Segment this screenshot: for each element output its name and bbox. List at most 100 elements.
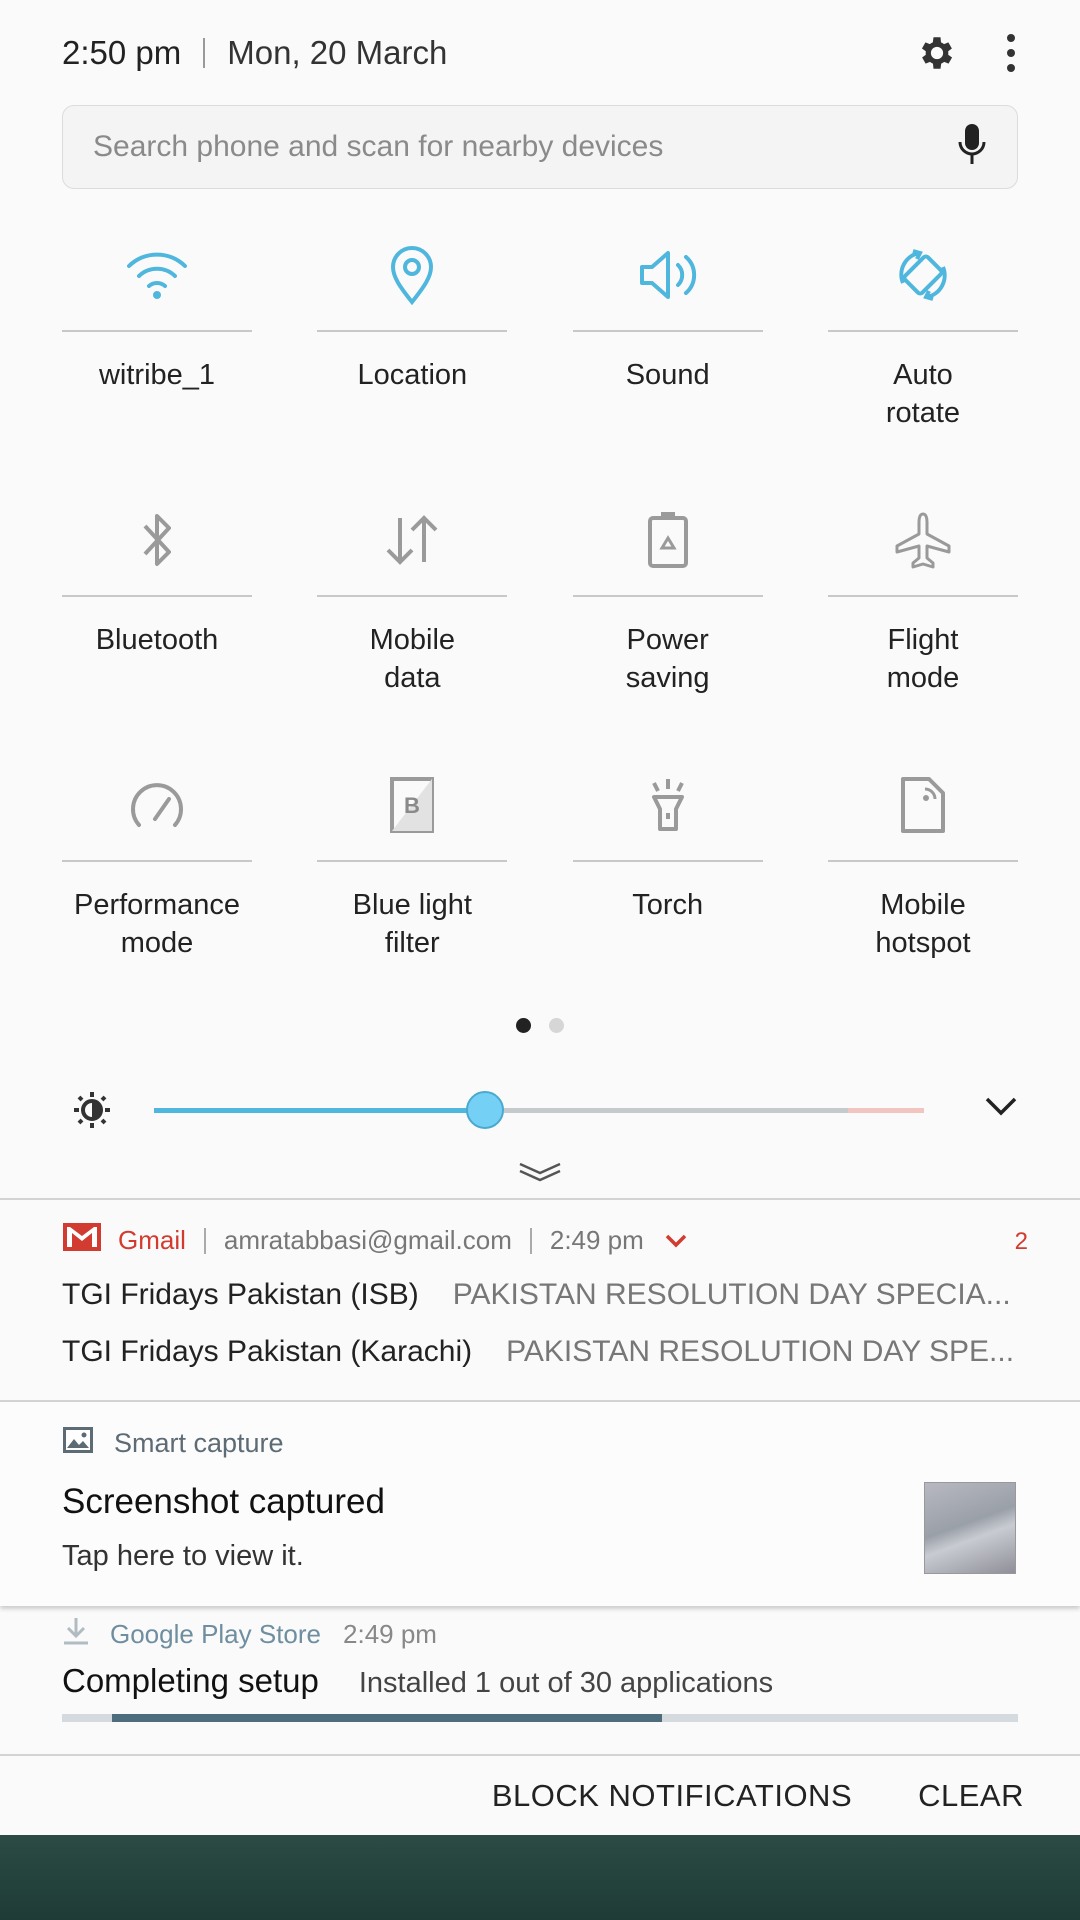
tile-label: Mobile data xyxy=(369,624,456,694)
tile-power-saving[interactable]: Power saving xyxy=(572,485,763,750)
gear-icon[interactable] xyxy=(916,32,958,74)
tile-divider xyxy=(572,330,763,332)
tile-divider xyxy=(572,595,763,597)
tile-mobile-hotspot[interactable]: Mobile hotspot xyxy=(827,750,1018,1015)
separator xyxy=(203,1227,206,1254)
tile-sound[interactable]: Sound xyxy=(572,220,763,485)
volume-icon xyxy=(573,220,763,330)
message-subject: PAKISTAN RESOLUTION DAY SPE... xyxy=(506,1335,1015,1368)
tile-blue-light-filter[interactable]: B Blue light filter xyxy=(317,750,508,1015)
tile-divider xyxy=(827,595,1018,597)
notification-actions: BLOCK NOTIFICATIONS CLEAR xyxy=(0,1756,1080,1836)
tile-label: Performance mode xyxy=(73,889,240,959)
tile-divider xyxy=(572,860,763,862)
message-subject: PAKISTAN RESOLUTION DAY SPECIA... xyxy=(452,1278,1011,1311)
flashlight-icon xyxy=(573,750,763,860)
expand-chevron-icon[interactable] xyxy=(664,1225,688,1256)
brightness-slider[interactable] xyxy=(154,1108,924,1113)
tile-wifi[interactable]: witribe_1 xyxy=(62,220,252,485)
screenshot-thumbnail[interactable] xyxy=(924,1482,1016,1574)
smart-capture-notification[interactable]: Smart capture Screenshot captured Tap he… xyxy=(0,1402,1080,1606)
notification-title: Screenshot captured xyxy=(62,1482,385,1521)
status-header: 2:50 pm Mon, 20 March xyxy=(62,28,1018,78)
notification-panel: 2:50 pm Mon, 20 March Search phone and s… xyxy=(0,0,1080,1835)
wifi-icon xyxy=(62,220,252,330)
brightness-control xyxy=(62,1080,1018,1140)
tile-bluetooth[interactable]: Bluetooth xyxy=(62,485,252,750)
tile-label: Bluetooth xyxy=(95,624,219,656)
collapse-handle-icon[interactable] xyxy=(0,1160,1080,1182)
device-search-bar[interactable]: Search phone and scan for nearby devices xyxy=(62,105,1018,189)
tile-label: Power saving xyxy=(625,624,710,694)
tile-divider xyxy=(317,860,508,862)
airplane-icon xyxy=(828,485,1018,595)
message-sender: TGI Fridays Pakistan (ISB) xyxy=(62,1278,419,1311)
mobile-data-icon xyxy=(317,485,507,595)
notification-text: Installed 1 out of 30 applications xyxy=(358,1667,774,1699)
tile-label: Location xyxy=(357,359,468,391)
page-dot[interactable] xyxy=(516,1018,531,1033)
page-dot[interactable] xyxy=(549,1018,564,1033)
gmail-app-name: Gmail xyxy=(118,1225,186,1255)
tile-location[interactable]: Location xyxy=(317,220,508,485)
tile-divider xyxy=(62,860,252,862)
clear-button[interactable]: CLEAR xyxy=(918,1778,1024,1814)
mic-icon[interactable] xyxy=(957,122,987,173)
tile-label: Torch xyxy=(632,889,704,921)
gmail-message-row[interactable]: TGI Fridays Pakistan (ISB) PAKISTAN RESO… xyxy=(62,1278,1042,1312)
quick-settings-grid: witribe_1 Location Sound Auto rotate Blu… xyxy=(62,220,1018,1015)
tile-label: Blue light filter xyxy=(352,889,472,959)
speedometer-icon xyxy=(62,750,252,860)
tile-label: Mobile hotspot xyxy=(875,889,971,959)
download-icon xyxy=(62,1616,90,1653)
notification-title: Completing setup xyxy=(62,1662,319,1699)
tile-label: witribe_1 xyxy=(98,359,216,391)
install-progress-bar xyxy=(62,1714,1018,1722)
gmail-icon xyxy=(62,1222,102,1259)
bluetooth-icon xyxy=(62,485,252,595)
clock: 2:50 pm xyxy=(62,34,182,71)
hotspot-icon xyxy=(828,750,1018,860)
tile-flight-mode[interactable]: Flight mode xyxy=(827,485,1018,750)
chevron-down-icon[interactable] xyxy=(984,1094,1018,1123)
brightness-high-zone xyxy=(848,1108,924,1113)
gmail-message-row[interactable]: TGI Fridays Pakistan (Karachi) PAKISTAN … xyxy=(62,1335,1042,1369)
gmail-time: 2:49 pm xyxy=(549,1225,644,1255)
play-store-time: 2:49 pm xyxy=(343,1619,437,1649)
page-indicator xyxy=(0,1018,1080,1033)
tile-divider xyxy=(317,595,508,597)
more-vert-icon[interactable] xyxy=(1004,32,1018,74)
brightness-fill xyxy=(154,1108,486,1113)
tile-auto-rotate[interactable]: Auto rotate xyxy=(827,220,1018,485)
play-store-app-name: Google Play Store xyxy=(110,1619,322,1649)
tile-divider xyxy=(62,595,252,597)
blue-light-icon: B xyxy=(317,750,507,860)
date[interactable]: Mon, 20 March xyxy=(227,34,447,72)
header-separator xyxy=(203,38,206,68)
tile-performance-mode[interactable]: Performance mode xyxy=(62,750,252,1015)
gmail-notification[interactable]: Gmail amratabbasi@gmail.com 2:49 pm 2 TG… xyxy=(0,1200,1080,1400)
tile-label: Flight mode xyxy=(886,624,960,694)
play-store-notification[interactable]: Google Play Store 2:49 pm Completing set… xyxy=(0,1606,1080,1754)
tile-label: Sound xyxy=(625,359,710,391)
tile-mobile-data[interactable]: Mobile data xyxy=(317,485,508,750)
tile-divider xyxy=(317,330,508,332)
install-progress-fill xyxy=(111,1714,663,1722)
brightness-thumb[interactable] xyxy=(466,1091,505,1129)
tile-torch[interactable]: Torch xyxy=(572,750,763,1015)
battery-saver-icon xyxy=(573,485,763,595)
block-notifications-button[interactable]: BLOCK NOTIFICATIONS xyxy=(492,1778,852,1814)
notification-subtitle: Tap here to view it. xyxy=(62,1540,304,1572)
tile-divider xyxy=(827,330,1018,332)
gmail-count-badge: 2 xyxy=(1014,1228,1028,1255)
smart-capture-app-name: Smart capture xyxy=(114,1428,284,1458)
tile-divider xyxy=(827,860,1018,862)
image-icon xyxy=(62,1426,94,1461)
search-placeholder[interactable]: Search phone and scan for nearby devices xyxy=(93,130,957,164)
home-screen-background xyxy=(0,1835,1080,1920)
brightness-icon[interactable] xyxy=(72,1090,112,1135)
tile-label: Auto rotate xyxy=(885,359,961,429)
message-sender: TGI Fridays Pakistan (Karachi) xyxy=(62,1335,473,1368)
separator xyxy=(529,1227,532,1254)
auto-rotate-icon xyxy=(828,220,1018,330)
